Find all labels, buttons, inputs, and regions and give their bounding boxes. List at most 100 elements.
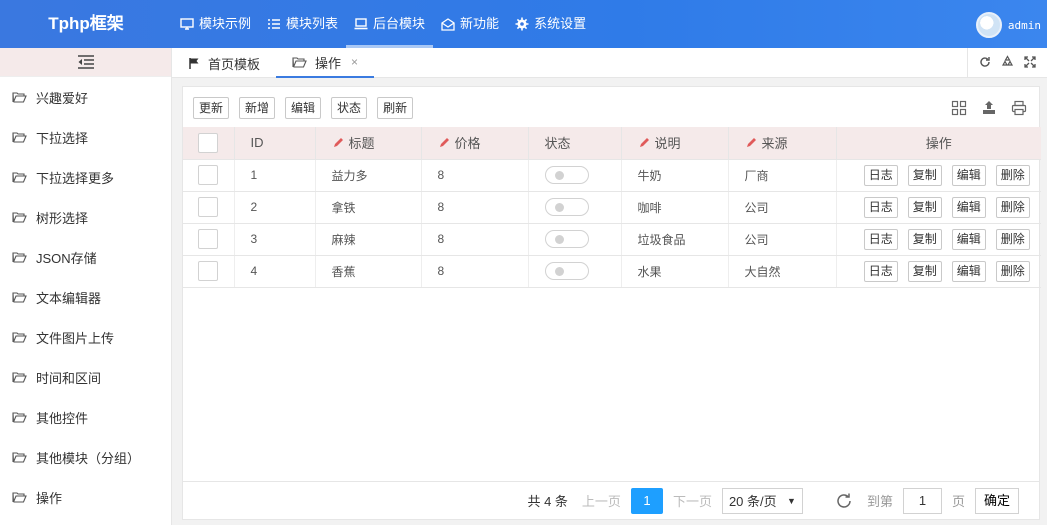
row-checkbox[interactable]	[198, 165, 219, 185]
table-header-row: ID 标题 价格 状态 说明 来源 操作	[183, 127, 1041, 160]
nav-item-module-examples[interactable]: 模块示例	[172, 0, 259, 48]
status-toggle[interactable]	[544, 166, 589, 184]
status-toggle[interactable]	[544, 262, 589, 280]
goto-page-input[interactable]: 1	[902, 487, 942, 514]
cell-source[interactable]: 厂商	[728, 159, 837, 192]
sidebar-menu: 兴趣爱好下拉选择下拉选择更多 树形选择 JSON存储 文本编辑器 文件图片上传 时间和区间…	[0, 77, 171, 517]
tab-home-template[interactable]: 首页模板	[188, 48, 260, 78]
add-button[interactable]: 新增	[239, 97, 276, 119]
row-checkbox[interactable]	[198, 229, 219, 249]
copy-button[interactable]: 复制	[907, 196, 942, 218]
total-count: 共 4 条	[527, 494, 568, 509]
delete-button[interactable]: 删除	[995, 260, 1030, 282]
column-header-status[interactable]: 状态	[528, 127, 622, 160]
sidebar-item[interactable]: 下拉选择更多	[0, 157, 171, 197]
row-checkbox[interactable]	[198, 261, 219, 281]
sidebar-item[interactable]: 其他模块（分组）	[0, 437, 171, 477]
table-row: 3 麻辣 8 垃圾食品 公司 日志 复制 编辑 删除	[183, 223, 1041, 256]
sidebar-item-label: 下拉选择	[36, 130, 89, 146]
copy-button[interactable]: 复制	[907, 228, 942, 250]
sidebar-item[interactable]: JSON存储	[0, 237, 171, 277]
edit-button[interactable]: 编辑	[285, 97, 322, 119]
goto-confirm-button[interactable]: 确定	[974, 487, 1019, 514]
tab-bar: 首页模板 操作 ×	[172, 48, 1047, 78]
column-header-title[interactable]: 标题	[315, 127, 422, 160]
cell-source[interactable]: 大自然	[728, 255, 837, 288]
refresh-icon[interactable]	[979, 56, 991, 71]
column-header-price[interactable]: 价格	[421, 127, 529, 160]
cell-description[interactable]: 咖啡	[621, 191, 729, 224]
edit-row-button[interactable]: 编辑	[951, 260, 986, 282]
refresh-button[interactable]: 刷新	[377, 97, 414, 119]
column-label: 说明	[654, 136, 681, 152]
status-toggle[interactable]	[544, 198, 589, 216]
user-menu[interactable]: admin	[975, 12, 1041, 38]
print-icon[interactable]	[1011, 100, 1027, 116]
edit-row-button[interactable]: 编辑	[951, 196, 986, 218]
update-button[interactable]: 更新	[193, 97, 230, 119]
sidebar-item[interactable]: 操作	[0, 477, 171, 517]
nav-item-new-features[interactable]: 新功能	[433, 0, 507, 48]
app-logo[interactable]: Tphp框架	[0, 0, 172, 48]
status-toggle[interactable]	[544, 230, 589, 248]
sidebar-item[interactable]: 时间和区间	[0, 357, 171, 397]
cell-title[interactable]: 益力多	[315, 159, 422, 192]
fullscreen-icon[interactable]	[1024, 55, 1036, 71]
prev-page-button[interactable]: 上一页	[582, 491, 621, 510]
delete-button[interactable]: 删除	[995, 196, 1030, 218]
cell-price[interactable]: 8	[421, 159, 529, 192]
sidebar-toggle[interactable]	[0, 48, 171, 77]
log-button[interactable]: 日志	[863, 196, 898, 218]
recycle-icon[interactable]	[1001, 55, 1014, 71]
column-header-id[interactable]: ID	[234, 127, 316, 160]
next-page-button[interactable]: 下一页	[673, 491, 712, 510]
cell-price[interactable]: 8	[421, 255, 529, 288]
pencil-icon	[333, 138, 343, 148]
column-header-actions: 操作	[836, 127, 1041, 160]
log-button[interactable]: 日志	[863, 228, 898, 250]
log-button[interactable]: 日志	[863, 260, 898, 282]
sidebar-item[interactable]: 兴趣爱好	[0, 77, 171, 117]
current-page[interactable]: 1	[630, 487, 663, 514]
cell-price[interactable]: 8	[421, 223, 529, 256]
tab-operations[interactable]: 操作 ×	[276, 48, 375, 78]
row-checkbox[interactable]	[198, 197, 219, 217]
cell-price[interactable]: 8	[421, 191, 529, 224]
delete-button[interactable]: 删除	[995, 164, 1030, 186]
cell-title[interactable]: 香蕉	[315, 255, 422, 288]
cell-actions: 日志 复制 编辑 删除	[836, 191, 1041, 224]
cell-title[interactable]: 拿铁	[315, 191, 422, 224]
delete-button[interactable]: 删除	[995, 228, 1030, 250]
select-all-checkbox[interactable]	[198, 132, 219, 153]
cell-description[interactable]: 水果	[621, 255, 729, 288]
log-button[interactable]: 日志	[863, 164, 898, 186]
cell-title[interactable]: 麻辣	[315, 223, 422, 256]
column-header-source[interactable]: 来源	[728, 127, 837, 160]
sidebar-item[interactable]: 文本编辑器	[0, 277, 171, 317]
column-header-description[interactable]: 说明	[621, 127, 729, 160]
content-panel: 更新 新增 编辑 状态 刷新 ID 标题 价格 状态 说明 来源 操作 1 益力…	[182, 86, 1041, 520]
sidebar-item[interactable]: 下拉选择	[0, 117, 171, 157]
monitor-icon	[180, 18, 194, 30]
sidebar-item[interactable]: 其他控件	[0, 397, 171, 437]
columns-icon[interactable]	[951, 100, 967, 116]
sidebar-item[interactable]: 树形选择	[0, 197, 171, 237]
table-toolbar: 更新 新增 编辑 状态 刷新	[193, 97, 414, 119]
edit-row-button[interactable]: 编辑	[951, 164, 986, 186]
nav-item-module-list[interactable]: 模块列表	[259, 0, 346, 48]
cell-description[interactable]: 牛奶	[621, 159, 729, 192]
cell-source[interactable]: 公司	[728, 223, 837, 256]
close-icon[interactable]: ×	[351, 55, 358, 69]
status-button[interactable]: 状态	[331, 97, 368, 119]
nav-item-admin-module[interactable]: 后台模块	[346, 0, 434, 48]
export-icon[interactable]	[981, 100, 997, 116]
pager-refresh-icon[interactable]	[835, 492, 853, 510]
cell-source[interactable]: 公司	[728, 191, 837, 224]
edit-row-button[interactable]: 编辑	[951, 228, 986, 250]
nav-item-system-settings[interactable]: 系统设置	[507, 0, 594, 48]
sidebar-item[interactable]: 文件图片上传	[0, 317, 171, 357]
page-size-select[interactable]: 20 条/页 ▼	[721, 487, 803, 514]
copy-button[interactable]: 复制	[907, 164, 942, 186]
copy-button[interactable]: 复制	[907, 260, 942, 282]
cell-description[interactable]: 垃圾食品	[621, 223, 729, 256]
